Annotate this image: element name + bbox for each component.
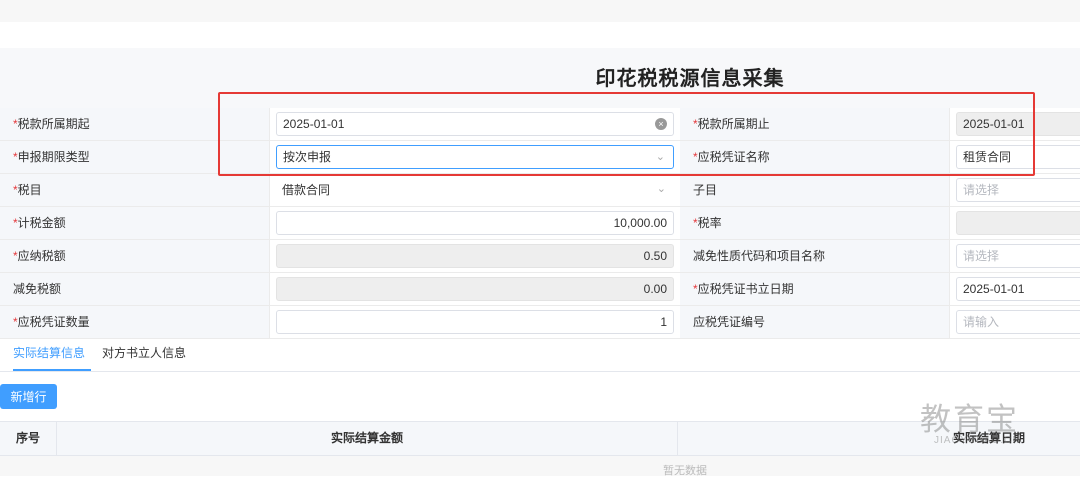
period-start-input[interactable]: 2025-01-01 ×: [276, 112, 674, 136]
table-body: 暂无数据: [0, 456, 1080, 477]
gap-strip: [0, 22, 1080, 48]
voucher-number-label: 应税凭证编号: [693, 315, 766, 329]
clear-icon[interactable]: ×: [655, 118, 667, 130]
table-empty-text: 暂无数据: [663, 465, 707, 477]
form-row: *税目 借款合同 ⌄ 子目 请选择: [0, 174, 1080, 207]
filing-period-type-value-cell: 按次申报 ⌄: [270, 141, 681, 173]
period-end-value-cell: 2025-01-01: [950, 108, 1080, 140]
voucher-date-input[interactable]: 2025-01-01: [956, 277, 1080, 301]
voucher-count-value-cell: 1: [270, 306, 681, 338]
taxable-amount-number-input[interactable]: 10,000.00: [276, 211, 674, 235]
voucher-date-value: 2025-01-01: [963, 282, 1025, 296]
tax-reduction-label: 减免税额: [13, 282, 62, 296]
taxable-amount-cell: *计税金额: [0, 207, 270, 239]
tax-payable-cell: *应纳税额: [0, 240, 270, 272]
tax-reduction-value-cell: 0.00: [270, 273, 681, 305]
tax-rate-input: [956, 211, 1080, 235]
form-row: *计税金额 10,000.00 *税率: [0, 207, 1080, 240]
period-start-cell: *税款所属期起: [0, 108, 270, 140]
tax-payable-value: 0.50: [643, 249, 667, 263]
filing-period-type-select[interactable]: 按次申报 ⌄: [276, 145, 674, 169]
period-start-value-cell: 2025-01-01 ×: [270, 108, 681, 140]
taxable-amount-value-cell: 10,000.00: [270, 207, 681, 239]
exemption-code-value-cell: 请选择: [950, 240, 1080, 272]
filing-period-type-cell: *申报期限类型: [0, 141, 270, 173]
tax-payable-label: 应纳税额: [17, 249, 66, 263]
add-row-button[interactable]: 新增行: [0, 384, 57, 409]
tax-reduction-number-input: 0.00: [276, 277, 674, 301]
sub-item-value: 请选择: [963, 183, 1000, 197]
voucher-count-cell: *应税凭证数量: [0, 306, 270, 338]
period-end-value: 2025-01-01: [963, 117, 1025, 131]
page-title: 印花税税源信息采集: [595, 68, 785, 90]
tax-item-cell: *税目: [0, 174, 270, 206]
form-row: 减免税额 0.00 *应税凭证书立日期 2025-01-01: [0, 273, 1080, 306]
period-end-label: 税款所属期止: [697, 117, 770, 131]
column-header-index: 序号: [0, 422, 57, 455]
top-strip: [0, 0, 1080, 22]
voucher-number-cell: 应税凭证编号: [680, 306, 950, 338]
tax-item-label: 税目: [17, 183, 42, 197]
period-end-cell: *税款所属期止: [680, 108, 950, 140]
tax-payable-value-cell: 0.50: [270, 240, 681, 272]
voucher-count-label: 应税凭证数量: [17, 315, 90, 329]
period-start-label: 税款所属期起: [17, 117, 90, 131]
voucher-name-input[interactable]: 租赁合同: [956, 145, 1080, 169]
sub-item-cell: 子目: [680, 174, 950, 206]
filing-period-type-value: 按次申报: [283, 150, 332, 164]
voucher-number-value-cell: 请输入: [950, 306, 1080, 338]
chevron-down-icon: ⌄: [656, 183, 666, 195]
exemption-code-cell: 减免性质代码和项目名称: [680, 240, 950, 272]
tax-rate-value-cell: [950, 207, 1080, 239]
tab-settlement-info[interactable]: 实际结算信息: [13, 338, 91, 371]
period-start-value: 2025-01-01: [283, 117, 345, 131]
detail-tabs: 实际结算信息 对方书立人信息: [0, 338, 1080, 372]
form-row: *应纳税额 0.50 减免性质代码和项目名称 请选择: [0, 240, 1080, 273]
chevron-down-icon: ⌄: [655, 151, 665, 163]
tax-reduction-value: 0.00: [643, 282, 667, 296]
sub-item-value-cell: 请选择: [950, 174, 1080, 206]
voucher-date-label: 应税凭证书立日期: [697, 282, 794, 296]
tax-rate-cell: *税率: [680, 207, 950, 239]
tax-item-select[interactable]: 借款合同 ⌄: [276, 174, 674, 206]
taxable-amount-value: 10,000.00: [613, 216, 667, 230]
voucher-count-number-input[interactable]: 1: [276, 310, 674, 334]
voucher-count-value: 1: [660, 315, 667, 329]
exemption-code-input[interactable]: 请选择: [956, 244, 1080, 268]
tab-counterparty-info[interactable]: 对方书立人信息: [102, 338, 192, 371]
tax-source-form: *税款所属期起 2025-01-01 × *税款所属期止 2025-01-01 *申报期限…: [0, 108, 1080, 339]
tax-reduction-cell: 减免税额: [0, 273, 270, 305]
sub-item-input[interactable]: 请选择: [956, 178, 1080, 202]
voucher-number-value: 请输入: [963, 315, 1000, 329]
voucher-date-value-cell: 2025-01-01: [950, 273, 1080, 305]
voucher-name-label: 应税凭证名称: [697, 150, 770, 164]
tax-rate-label: 税率: [697, 216, 722, 230]
voucher-date-cell: *应税凭证书立日期: [680, 273, 950, 305]
tax-item-select-value: 借款合同: [282, 183, 331, 197]
period-end-input: 2025-01-01: [956, 112, 1080, 136]
column-header-amount: 实际结算金额: [57, 422, 678, 455]
form-row: *应税凭证数量 1 应税凭证编号 请输入: [0, 306, 1080, 339]
exemption-code-label: 减免性质代码和项目名称: [693, 249, 826, 263]
exemption-code-value: 请选择: [963, 249, 1000, 263]
sub-item-label: 子目: [693, 183, 718, 197]
filing-period-type-label: 申报期限类型: [17, 150, 90, 164]
column-header-date: 实际结算日期: [952, 431, 1025, 445]
tax-item-value-cell: 借款合同 ⌄: [270, 174, 681, 206]
voucher-number-input[interactable]: 请输入: [956, 310, 1080, 334]
voucher-name-value-cell: 租赁合同: [950, 141, 1080, 173]
tax-payable-number-input: 0.50: [276, 244, 674, 268]
table-header: 序号 实际结算金额 实际结算日期: [0, 421, 1080, 456]
voucher-name-cell: *应税凭证名称: [680, 141, 950, 173]
form-row: *申报期限类型 按次申报 ⌄ *应税凭证名称 租赁合同: [0, 141, 1080, 174]
voucher-name-value: 租赁合同: [963, 150, 1012, 164]
form-row: *税款所属期起 2025-01-01 × *税款所属期止 2025-01-01: [0, 108, 1080, 141]
taxable-amount-label: 计税金额: [17, 216, 66, 230]
settlement-table: 序号 实际结算金额 实际结算日期 暂无数据: [0, 421, 1080, 477]
